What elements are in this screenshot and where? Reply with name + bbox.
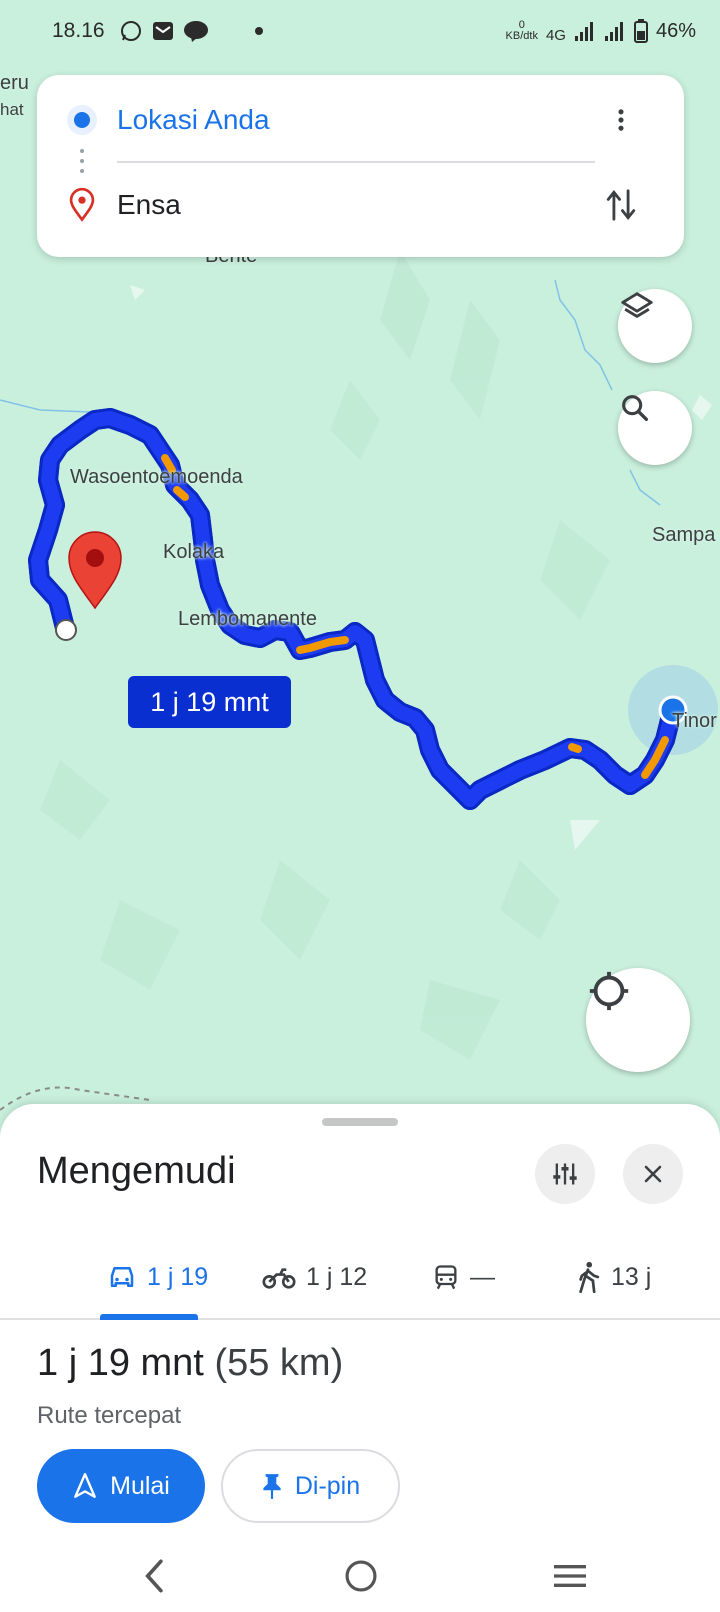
walk-icon: [579, 1261, 600, 1293]
line-app-icon: [183, 21, 208, 42]
tune-icon: [553, 1163, 577, 1185]
route-duration: 1 j 19 mnt: [37, 1342, 204, 1384]
close-icon: [644, 1165, 662, 1183]
data-rate: 0 KB/dtk: [505, 19, 538, 42]
layers-icon: [621, 292, 653, 318]
tab-motorcycle-label: 1 j 12: [306, 1262, 368, 1291]
recent-apps-icon[interactable]: [550, 1554, 590, 1598]
motorcycle-icon: [262, 1268, 296, 1289]
battery-level: 46%: [655, 19, 696, 42]
destination-field[interactable]: Ensa: [117, 189, 181, 221]
tab-motorcycle[interactable]: 1 j 12: [262, 1234, 367, 1320]
signal-icon: [574, 22, 593, 41]
map-label-lembomanente: Lembomanente: [178, 608, 317, 630]
close-button[interactable]: [623, 1144, 683, 1204]
directions-card: Lokasi Anda Ensa: [37, 75, 684, 257]
route-options-button[interactable]: [535, 1144, 595, 1204]
tab-transit[interactable]: —: [432, 1234, 495, 1320]
mail-icon: [152, 22, 173, 40]
tab-transit-label: —: [470, 1262, 495, 1291]
origin-dot-icon: [67, 105, 97, 135]
start-button-label: Mulai: [110, 1471, 170, 1500]
map-label-wasoentoemoenda: Wasoentoemoenda: [70, 466, 243, 488]
route-connector: [80, 149, 84, 173]
whatsapp-icon: [120, 21, 141, 41]
more-options-icon[interactable]: [607, 106, 635, 134]
status-bar: 18.16 0 KB/dtk 4G 46%: [0, 0, 720, 62]
pin-icon: [263, 1474, 281, 1499]
destination-row[interactable]: Ensa: [37, 175, 684, 235]
route-time-badge[interactable]: 1 j 19 mnt: [128, 676, 291, 728]
origin-row[interactable]: Lokasi Anda: [37, 90, 684, 150]
network-type: 4G: [545, 26, 566, 44]
swap-icon[interactable]: [604, 185, 638, 225]
tab-walking[interactable]: 13 j: [575, 1234, 651, 1320]
my-location-icon: [589, 971, 629, 1011]
destination-pin-small-icon: [69, 188, 95, 222]
search-along-route-button[interactable]: [618, 391, 692, 465]
signal-icon-2: [604, 22, 623, 41]
field-divider: [117, 161, 595, 163]
route-end-dot: [55, 619, 77, 641]
layers-button[interactable]: [618, 289, 692, 363]
travel-mode-tabs: 1 j 19 1 j 12 — 13 j: [0, 1234, 720, 1320]
notification-dot-icon: [254, 27, 263, 35]
tab-driving-label: 1 j 19: [147, 1262, 209, 1291]
back-icon[interactable]: [140, 1554, 170, 1598]
mode-title: Mengemudi: [37, 1150, 236, 1192]
route-description: Rute tercepat: [37, 1402, 182, 1429]
origin-field[interactable]: Lokasi Anda: [117, 104, 270, 136]
tab-walking-label: 13 j: [611, 1262, 652, 1291]
battery-icon: [633, 19, 648, 43]
transit-icon: [435, 1265, 457, 1290]
car-icon: [110, 1267, 134, 1287]
route-summary: 1 j 19 mnt (55 km): [37, 1342, 343, 1385]
active-tab-indicator: [100, 1314, 198, 1320]
home-icon[interactable]: [342, 1554, 380, 1598]
map-label: eru: [0, 72, 29, 94]
map-label: hat: [0, 100, 24, 119]
start-navigation-button[interactable]: Mulai: [37, 1449, 205, 1523]
route-distance: (55 km): [214, 1342, 344, 1384]
destination-pin-icon: [68, 531, 122, 610]
clock: 18.16: [52, 19, 105, 42]
map-label-sampa: Sampa: [652, 524, 716, 546]
tab-driving[interactable]: 1 j 19: [107, 1234, 208, 1320]
system-nav-bar: [0, 1544, 720, 1612]
map-label-kolaka: Kolaka: [163, 541, 225, 563]
pin-route-button[interactable]: Di-pin: [221, 1449, 400, 1523]
pin-button-label: Di-pin: [294, 1471, 361, 1500]
search-icon: [622, 395, 649, 422]
map-label-tinor: Tinor: [672, 710, 717, 732]
recenter-button[interactable]: [586, 968, 690, 1072]
bottom-sheet[interactable]: Mengemudi 1 j 19 1 j 12 — 13 j 1 j 19 mn…: [0, 1104, 720, 1612]
navigation-arrow-icon: [74, 1472, 97, 1498]
drag-handle[interactable]: [322, 1118, 398, 1126]
